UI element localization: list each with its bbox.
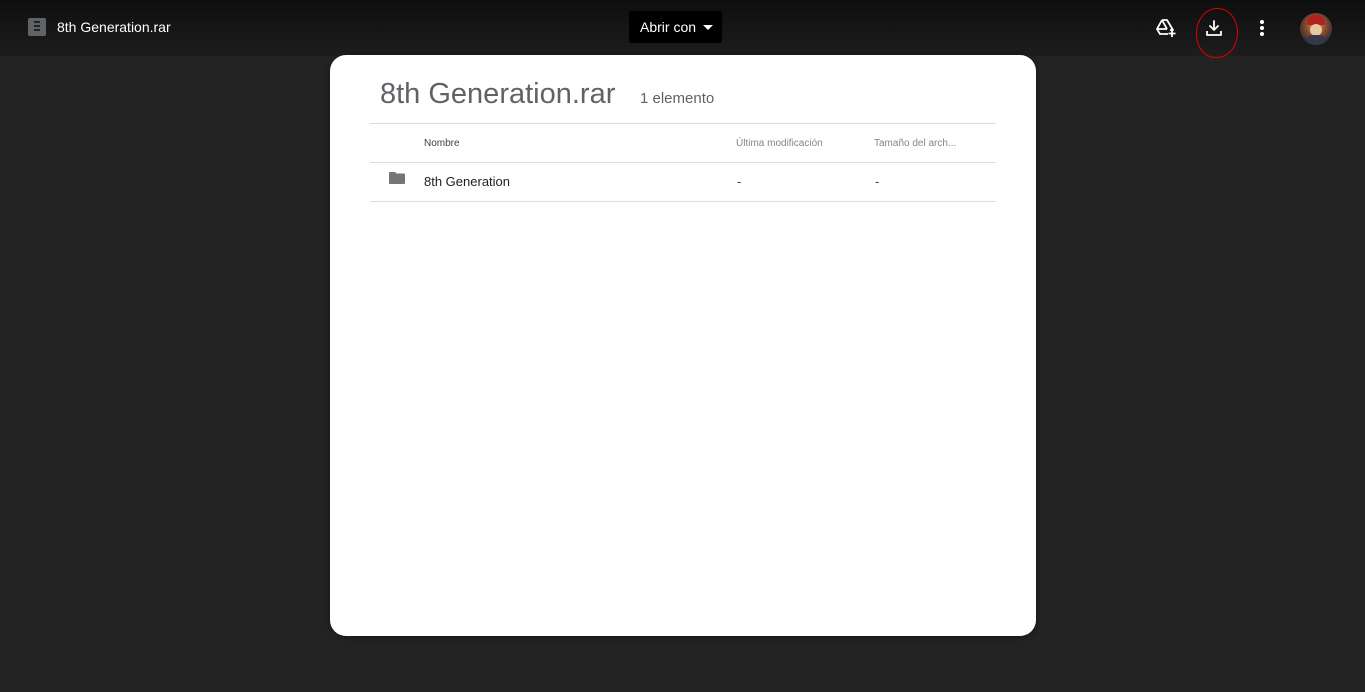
- caret-down-icon: [703, 25, 713, 30]
- row-name: 8th Generation: [424, 174, 511, 189]
- column-header-modified[interactable]: Última modificación: [736, 137, 823, 150]
- row-size: -: [875, 174, 880, 189]
- archive-title: 8th Generation.rar: [380, 78, 616, 110]
- item-count: 1 elemento: [640, 90, 715, 107]
- folder-icon: [389, 172, 405, 184]
- add-to-drive-icon: [1156, 19, 1176, 37]
- row-modified: -: [737, 174, 742, 189]
- archive-file-icon: [28, 18, 46, 36]
- account-avatar[interactable]: [1300, 13, 1332, 45]
- archive-preview-panel: 8th Generation.rar 1 elemento Nombre Últ…: [330, 55, 1036, 636]
- download-icon: [1206, 20, 1222, 36]
- download-button[interactable]: [1198, 12, 1230, 44]
- divider: [370, 201, 996, 202]
- table-row[interactable]: 8th Generation - -: [370, 163, 996, 201]
- add-to-drive-button[interactable]: [1150, 12, 1182, 44]
- more-options-button[interactable]: [1246, 12, 1278, 44]
- more-vert-icon: [1260, 20, 1264, 36]
- open-with-button[interactable]: Abrir con: [629, 11, 722, 43]
- column-header-name[interactable]: Nombre: [424, 137, 460, 150]
- top-bar: 8th Generation.rar Abrir con: [0, 0, 1365, 58]
- divider: [370, 123, 996, 124]
- file-title: 8th Generation.rar: [57, 19, 171, 35]
- avatar-body: [1305, 35, 1327, 45]
- column-header-size[interactable]: Tamaño del arch...: [874, 137, 956, 150]
- open-with-label: Abrir con: [640, 19, 697, 35]
